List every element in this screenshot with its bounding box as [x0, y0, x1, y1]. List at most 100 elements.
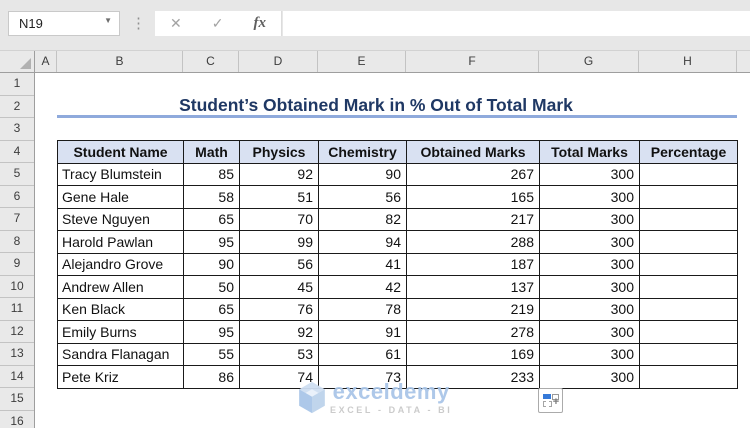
- value-cell[interactable]: 92: [239, 320, 319, 344]
- header-cell-percentage[interactable]: Percentage: [639, 140, 738, 164]
- row-header-9[interactable]: 9: [0, 253, 34, 276]
- value-cell[interactable]: 91: [318, 320, 407, 344]
- student-name-cell[interactable]: Emily Burns: [57, 320, 184, 344]
- column-header-F[interactable]: F: [406, 51, 539, 72]
- value-cell[interactable]: 300: [539, 185, 640, 209]
- row-header-15[interactable]: 15: [0, 388, 34, 411]
- row-header-8[interactable]: 8: [0, 231, 34, 253]
- student-name-cell[interactable]: Gene Hale: [57, 185, 184, 209]
- value-cell[interactable]: 73: [318, 365, 407, 389]
- column-header-H[interactable]: H: [639, 51, 737, 72]
- formula-input[interactable]: [283, 11, 750, 36]
- student-name-cell[interactable]: Andrew Allen: [57, 275, 184, 299]
- header-cell-total-marks[interactable]: Total Marks: [539, 140, 640, 164]
- value-cell[interactable]: 55: [183, 342, 240, 366]
- row-header-11[interactable]: 11: [0, 298, 34, 321]
- value-cell[interactable]: 92: [239, 162, 319, 186]
- value-cell[interactable]: [639, 275, 738, 299]
- row-header-14[interactable]: 14: [0, 366, 34, 388]
- value-cell[interactable]: 45: [239, 275, 319, 299]
- value-cell[interactable]: [639, 320, 738, 344]
- student-name-cell[interactable]: Alejandro Grove: [57, 252, 184, 276]
- row-header-10[interactable]: 10: [0, 276, 34, 298]
- value-cell[interactable]: 300: [539, 162, 640, 186]
- header-cell-physics[interactable]: Physics: [239, 140, 319, 164]
- value-cell[interactable]: 94: [318, 230, 407, 254]
- value-cell[interactable]: 65: [183, 207, 240, 231]
- value-cell[interactable]: 76: [239, 297, 319, 321]
- value-cell[interactable]: [639, 185, 738, 209]
- value-cell[interactable]: 56: [318, 185, 407, 209]
- column-header-E[interactable]: E: [318, 51, 406, 72]
- value-cell[interactable]: [639, 342, 738, 366]
- value-cell[interactable]: 137: [406, 275, 540, 299]
- value-cell[interactable]: 86: [183, 365, 240, 389]
- sheet-area[interactable]: Student’s Obtained Mark in % Out of Tota…: [35, 73, 750, 428]
- header-cell-math[interactable]: Math: [183, 140, 240, 164]
- name-box[interactable]: N19 ▼: [8, 11, 120, 36]
- value-cell[interactable]: [639, 162, 738, 186]
- value-cell[interactable]: 58: [183, 185, 240, 209]
- value-cell[interactable]: [639, 252, 738, 276]
- value-cell[interactable]: [639, 230, 738, 254]
- row-header-7[interactable]: 7: [0, 208, 34, 231]
- value-cell[interactable]: 219: [406, 297, 540, 321]
- value-cell[interactable]: 187: [406, 252, 540, 276]
- insert-function-icon[interactable]: fx: [253, 11, 266, 36]
- value-cell[interactable]: 65: [183, 297, 240, 321]
- value-cell[interactable]: 50: [183, 275, 240, 299]
- name-box-dropdown-icon[interactable]: ▼: [104, 16, 112, 25]
- value-cell[interactable]: 53: [239, 342, 319, 366]
- row-header-3[interactable]: 3: [0, 118, 34, 141]
- student-name-cell[interactable]: Harold Pawlan: [57, 230, 184, 254]
- value-cell[interactable]: 95: [183, 320, 240, 344]
- header-cell-chemistry[interactable]: Chemistry: [318, 140, 407, 164]
- value-cell[interactable]: [639, 365, 738, 389]
- value-cell[interactable]: 300: [539, 342, 640, 366]
- value-cell[interactable]: 99: [239, 230, 319, 254]
- header-cell-obtained-marks[interactable]: Obtained Marks: [406, 140, 540, 164]
- quick-analysis-button[interactable]: +: [538, 388, 563, 413]
- value-cell[interactable]: 300: [539, 297, 640, 321]
- enter-icon[interactable]: ✓: [212, 11, 224, 36]
- value-cell[interactable]: 82: [318, 207, 407, 231]
- value-cell[interactable]: 42: [318, 275, 407, 299]
- value-cell[interactable]: 300: [539, 275, 640, 299]
- value-cell[interactable]: 217: [406, 207, 540, 231]
- value-cell[interactable]: 95: [183, 230, 240, 254]
- value-cell[interactable]: 90: [318, 162, 407, 186]
- value-cell[interactable]: 74: [239, 365, 319, 389]
- row-header-1[interactable]: 1: [0, 73, 34, 96]
- column-header-D[interactable]: D: [239, 51, 318, 72]
- header-cell-student-name[interactable]: Student Name: [57, 140, 184, 164]
- value-cell[interactable]: [639, 207, 738, 231]
- value-cell[interactable]: 233: [406, 365, 540, 389]
- value-cell[interactable]: [639, 297, 738, 321]
- value-cell[interactable]: 70: [239, 207, 319, 231]
- value-cell[interactable]: 300: [539, 365, 640, 389]
- cancel-icon[interactable]: ✕: [170, 11, 182, 36]
- column-header-B[interactable]: B: [57, 51, 183, 72]
- value-cell[interactable]: 41: [318, 252, 407, 276]
- value-cell[interactable]: 300: [539, 320, 640, 344]
- value-cell[interactable]: 300: [539, 252, 640, 276]
- select-all-button[interactable]: [0, 51, 35, 72]
- student-name-cell[interactable]: Steve Nguyen: [57, 207, 184, 231]
- value-cell[interactable]: 61: [318, 342, 407, 366]
- student-name-cell[interactable]: Ken Black: [57, 297, 184, 321]
- student-name-cell[interactable]: Tracy Blumstein: [57, 162, 184, 186]
- value-cell[interactable]: 288: [406, 230, 540, 254]
- row-header-5[interactable]: 5: [0, 163, 34, 186]
- value-cell[interactable]: 300: [539, 207, 640, 231]
- row-header-6[interactable]: 6: [0, 186, 34, 208]
- row-header-12[interactable]: 12: [0, 321, 34, 343]
- value-cell[interactable]: 78: [318, 297, 407, 321]
- sheet-title-cell[interactable]: Student’s Obtained Mark in % Out of Tota…: [57, 93, 737, 118]
- row-header-2[interactable]: 2: [0, 96, 34, 118]
- row-header-4[interactable]: 4: [0, 141, 34, 163]
- column-header-C[interactable]: C: [183, 51, 239, 72]
- row-header-13[interactable]: 13: [0, 343, 34, 366]
- row-header-16[interactable]: 16: [0, 411, 34, 428]
- column-header-A[interactable]: A: [35, 51, 57, 72]
- value-cell[interactable]: 267: [406, 162, 540, 186]
